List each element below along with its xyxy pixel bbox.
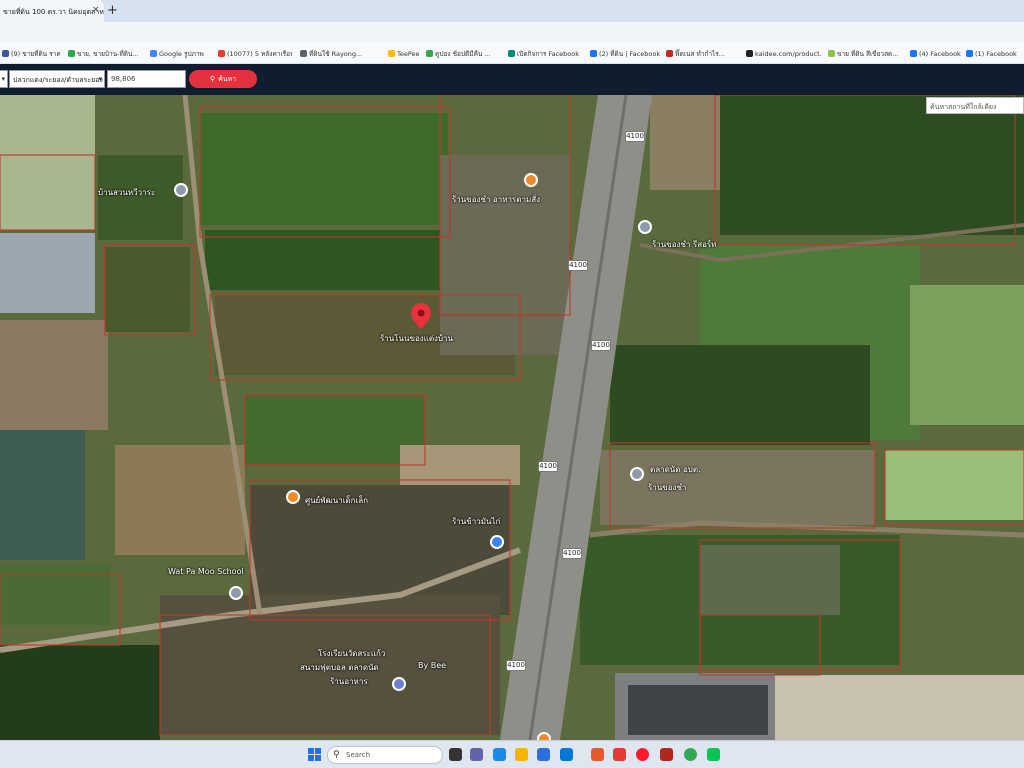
- map-place-label: ร้านอาหาร: [330, 677, 368, 686]
- mail-icon[interactable]: [560, 748, 573, 761]
- brave-browser-icon[interactable]: [591, 748, 604, 761]
- bookmark-item[interactable]: (1) Facebook: [966, 48, 1022, 59]
- map-place-label: Wat Pa Moo School: [168, 567, 244, 576]
- bookmark-favicon-icon: [746, 50, 753, 57]
- location-pin-icon[interactable]: [411, 303, 431, 329]
- map-place-label: ศูนย์พัฒนาเด็กเล็ก: [305, 496, 368, 505]
- road-shield: 4100: [591, 340, 611, 351]
- bookmark-favicon-icon: [966, 50, 973, 57]
- place-marker-icon[interactable]: [490, 535, 504, 549]
- map-place-label: ร้านโนนของแต่งบ้าน: [380, 334, 453, 343]
- place-marker-icon[interactable]: [229, 586, 243, 600]
- road-shield: 4100: [568, 260, 588, 271]
- close-tab-icon[interactable]: ×: [92, 5, 100, 15]
- map-place-label: ร้านของชำ รีสอร์ท: [652, 240, 717, 249]
- address-bar[interactable]: [0, 22, 1024, 42]
- search-icon: ⚲: [333, 750, 340, 760]
- bookmark-item[interactable]: (10077) 5 หลังคาเรือน...: [218, 48, 292, 59]
- browser-tabstrip: ขายที่ดิน 100 ตร.วา นิคมอุตสาห × +: [0, 0, 1024, 22]
- bookmark-item[interactable]: เปิดกิจการ Facebook: [508, 48, 582, 59]
- edge-browser-icon[interactable]: [493, 748, 506, 761]
- new-tab-button[interactable]: +: [107, 3, 118, 18]
- place-marker-icon[interactable]: [630, 467, 644, 481]
- acrobat-icon[interactable]: [613, 748, 626, 761]
- place-marker-icon[interactable]: [286, 490, 300, 504]
- bookmark-favicon-icon: [508, 50, 515, 57]
- bookmarks-bar: (9) ขายที่ดิน ราคาถูก ขาย, ขายบ้าน-ที่ดิ…: [0, 42, 1024, 64]
- place-marker-icon[interactable]: [638, 220, 652, 234]
- place-marker-icon[interactable]: [174, 183, 188, 197]
- place-marker-icon[interactable]: [392, 677, 406, 691]
- app-icon[interactable]: [660, 748, 673, 761]
- taskbar: ⚲ Search: [0, 740, 1024, 768]
- bookmark-favicon-icon: [68, 50, 75, 57]
- road-shield: 4100: [506, 660, 526, 671]
- bookmark-item[interactable]: TeePee: [388, 48, 422, 59]
- road-shield: 4100: [538, 461, 558, 472]
- store-icon[interactable]: [537, 748, 550, 761]
- windows-start-icon[interactable]: [308, 748, 321, 761]
- chrome-browser-icon[interactable]: [684, 748, 697, 761]
- opera-browser-icon[interactable]: [636, 748, 649, 761]
- line-app-icon[interactable]: [707, 748, 720, 761]
- bookmark-item[interactable]: (4) Facebook: [910, 48, 964, 59]
- province-select[interactable]: ▾: [0, 70, 8, 88]
- bookmark-item[interactable]: (2) ที่ดิน | Facebook: [590, 48, 660, 59]
- map-place-label: ร้านของชำ อาหารตามสั่ง: [452, 195, 541, 204]
- search-button[interactable]: ⚲ ค้นหา: [189, 70, 257, 88]
- place-marker-icon[interactable]: [537, 732, 551, 740]
- map-place-label: บ้านสวนหวีวาระ: [98, 188, 156, 197]
- map-search-input[interactable]: ค้นหาสถานที่ใกล้เคียง: [926, 97, 1024, 114]
- parcel-number-input[interactable]: 98,806: [107, 70, 186, 88]
- map-toolbar: ▾ ปลวกแดง/ระยอง/ตำบลระยอง ▾ 98,806 ⚲ ค้น…: [0, 64, 1024, 95]
- map-place-label: ร้านข้าวมันไก่: [452, 517, 501, 526]
- bookmark-favicon-icon: [426, 50, 433, 57]
- bookmark-favicon-icon: [590, 50, 597, 57]
- browser-tab-title: ขายที่ดิน 100 ตร.วา นิคมอุตสาห: [3, 8, 104, 16]
- district-select[interactable]: ปลวกแดง/ระยอง/ตำบลระยอง ▾: [9, 70, 105, 88]
- bookmark-item[interactable]: (9) ขายที่ดิน ราคาถูก: [2, 48, 60, 59]
- map-place-label: โรงเรียนวัดสระแก้ว: [318, 649, 386, 658]
- chevron-down-icon: ▾: [1, 75, 5, 83]
- bookmark-item[interactable]: ที่ดินใช้ Rayong...: [300, 48, 384, 59]
- bookmark-favicon-icon: [218, 50, 225, 57]
- map-place-label: สนามฟุตบอล ตลาดนัด: [300, 663, 379, 672]
- bookmark-item[interactable]: kaidee.com/product...: [746, 48, 822, 59]
- bookmark-favicon-icon: [2, 50, 9, 57]
- task-view-icon[interactable]: [449, 748, 462, 761]
- file-explorer-icon[interactable]: [515, 748, 528, 761]
- satellite-map[interactable]: ค้นหาสถานที่ใกล้เคียง 4100 4100 4100 410…: [0, 95, 1024, 740]
- taskbar-search-input[interactable]: ⚲ Search: [327, 746, 443, 764]
- bookmark-favicon-icon: [388, 50, 395, 57]
- bookmark-favicon-icon: [910, 50, 917, 57]
- browser-tab[interactable]: ขายที่ดิน 100 ตร.วา นิคมอุตสาห ×: [0, 0, 104, 22]
- search-icon: ⚲: [209, 75, 216, 83]
- map-place-label: By Bee: [418, 661, 447, 670]
- bookmark-favicon-icon: [300, 50, 307, 57]
- bookmark-item[interactable]: ฟิ๊ตเนส ทำกำไร...: [666, 48, 740, 59]
- bookmark-item[interactable]: คูปอง ช้อปดีมีคืน ...: [426, 48, 502, 59]
- bookmark-favicon-icon: [150, 50, 157, 57]
- bookmark-favicon-icon: [666, 50, 673, 57]
- map-place-label: ตลาดนัด อบต.: [650, 465, 701, 474]
- place-marker-icon[interactable]: [524, 173, 538, 187]
- map-place-label: ร้านของชำ: [648, 483, 687, 492]
- road-shield: 4100: [625, 131, 645, 142]
- chevron-down-icon: ▾: [98, 75, 102, 83]
- bookmark-item[interactable]: ขาย ที่ดิน สีเขียวสด...: [828, 48, 902, 59]
- chat-icon[interactable]: [470, 748, 483, 761]
- road-shield: 4100: [562, 548, 582, 559]
- bookmark-item[interactable]: ขาย, ขายบ้าน-ที่ดิน...: [68, 48, 140, 59]
- bookmark-favicon-icon: [828, 50, 835, 57]
- bookmark-item[interactable]: Google รูปภาพ: [150, 48, 210, 59]
